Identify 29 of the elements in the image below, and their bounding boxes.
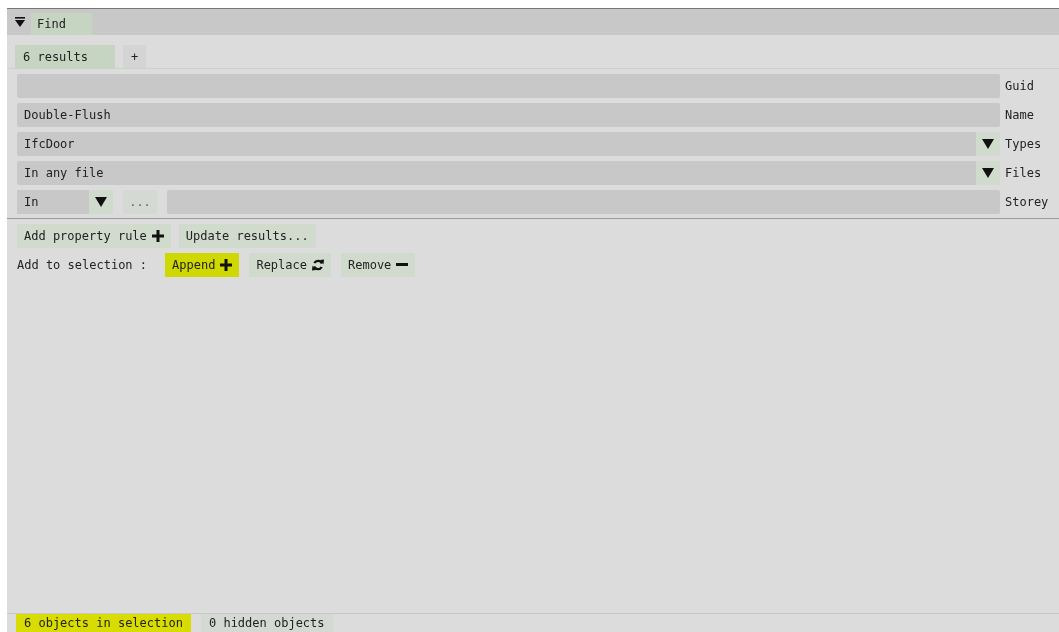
dropdown-arrow-icon — [95, 196, 107, 208]
collapse-icon[interactable] — [15, 17, 25, 27]
field-label: Files — [1004, 166, 1043, 180]
mode-button[interactable]: Remove — [341, 253, 416, 277]
mode-button[interactable]: Replace — [249, 253, 331, 277]
action-button[interactable]: Add property rule — [17, 224, 171, 248]
field-label: Name — [1004, 108, 1035, 122]
status-item[interactable]: 0 hidden objects — [200, 614, 333, 632]
tab[interactable]: 6 results — [15, 45, 115, 68]
tab[interactable]: + — [123, 45, 147, 68]
plus-icon — [151, 230, 164, 242]
operator-dropdown[interactable]: In — [17, 190, 113, 214]
dropdown-arrow-icon — [982, 167, 994, 179]
selection-mode-label: Add to selection : — [17, 258, 148, 272]
dropdown-field[interactable]: IfcDoor — [17, 132, 1000, 156]
text-field[interactable]: Double-Flush — [17, 103, 1000, 127]
field-label: Storey — [1004, 195, 1050, 209]
minus-icon — [396, 263, 409, 267]
field-label: Types — [1004, 137, 1043, 151]
plus-icon — [220, 259, 233, 271]
dropdown-arrow-icon — [982, 138, 994, 150]
status-item[interactable]: 6 objects in selection — [16, 614, 191, 632]
mode-button[interactable]: Append — [165, 253, 240, 277]
window-title: Find — [31, 13, 92, 35]
dropdown-field[interactable]: In any file — [17, 161, 1000, 185]
field-label: Guid — [1004, 79, 1035, 93]
refresh-icon — [312, 259, 324, 271]
action-button[interactable]: Update results... — [178, 224, 316, 248]
more-button[interactable]: ... — [123, 190, 157, 214]
